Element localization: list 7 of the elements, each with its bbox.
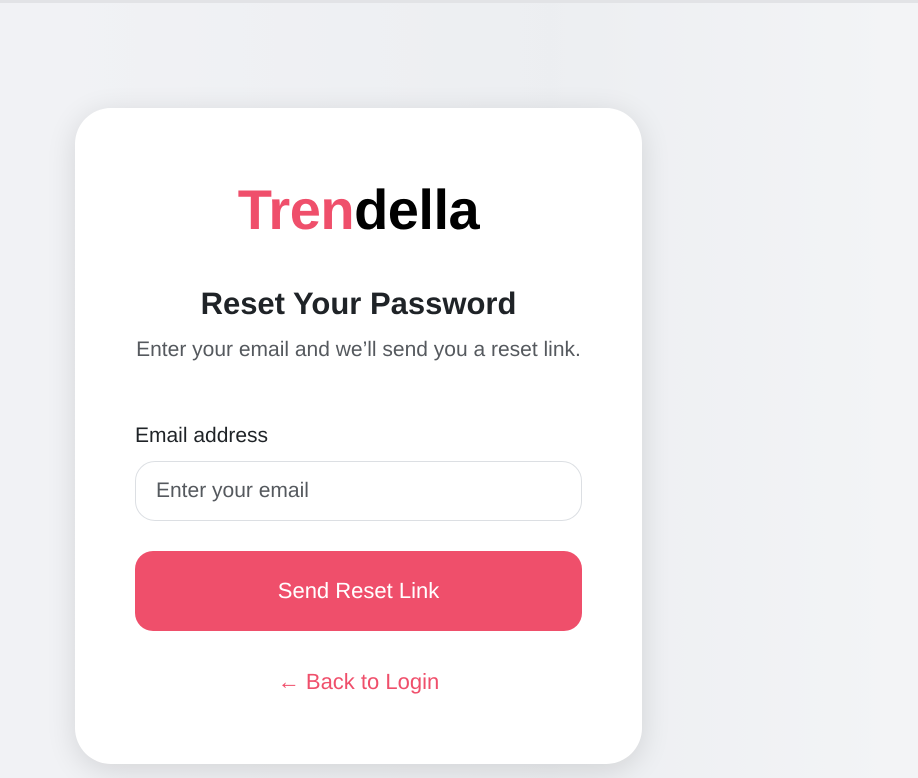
email-field[interactable]: Enter your email	[135, 461, 582, 521]
field-label: Email address	[135, 423, 268, 449]
send-reset-link-button[interactable]: Send Reset Link	[135, 551, 582, 631]
logo: Trendella	[238, 178, 480, 242]
back-to-login-link[interactable]: ← Back to Login	[278, 669, 440, 694]
page-title: Reset Your Password	[200, 285, 516, 323]
subtitle: Enter your email and we’ll send you a reset link.	[136, 337, 581, 363]
